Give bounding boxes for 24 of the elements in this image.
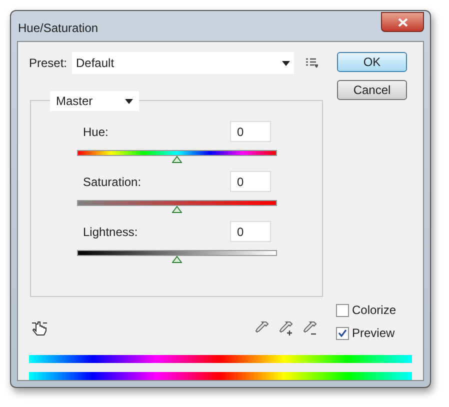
channel-dropdown[interactable]: Master (50, 91, 139, 111)
caret-icon (125, 98, 133, 104)
value-field[interactable]: 0 (230, 221, 271, 242)
checkbox[interactable] (336, 326, 349, 340)
checkbox[interactable] (336, 304, 349, 316)
value-field[interactable]: 0 (230, 171, 271, 192)
preset-dropdown[interactable]: Default (72, 52, 294, 74)
window-title: Hue/Saturation (18, 20, 98, 37)
eyedropper-plus-icon[interactable] (278, 320, 294, 338)
slider-label: Hue: (83, 124, 108, 140)
close-icon (398, 18, 408, 26)
hand-icon[interactable] (31, 320, 49, 338)
checkbox-label: Colorize (352, 302, 396, 319)
check-icon (338, 328, 347, 338)
preset-label: Preset: (29, 55, 68, 72)
caret-icon (282, 60, 290, 66)
ok-button[interactable]: OK (337, 52, 407, 72)
menu-icon[interactable] (306, 58, 318, 68)
close-button[interactable] (381, 12, 424, 32)
slider-label: Lightness: (83, 224, 138, 240)
checkbox-label: Preview (352, 325, 395, 342)
value-field[interactable]: 0 (230, 121, 271, 142)
cancel-button[interactable]: Cancel (337, 80, 407, 100)
slider-label: Saturation: (83, 174, 142, 190)
